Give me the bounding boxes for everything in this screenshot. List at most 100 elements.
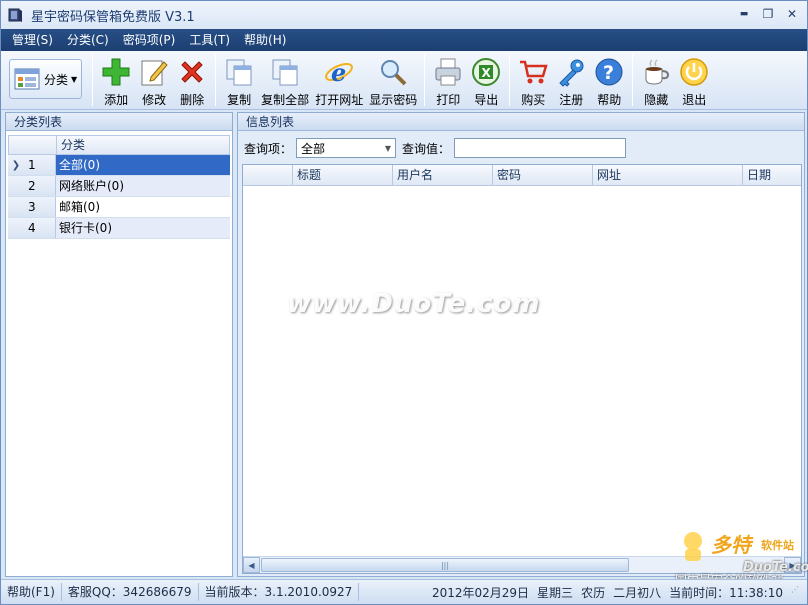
svg-text:X: X [482,66,492,80]
category-row-all[interactable]: ❯ 1 全部(0) [8,155,230,176]
toolbar-separator [509,54,511,106]
menu-category[interactable]: 分类(C) [60,29,116,51]
toolbar-separator [215,54,217,106]
category-name: 银行卡(0) [56,218,230,238]
status-help: 帮助(F1) [1,583,62,601]
magnifier-icon [381,60,407,86]
category-view-button[interactable]: 分类 ▼ [9,59,83,99]
status-weekday: 星期三 [537,585,574,600]
export-label: 导出 [474,93,499,107]
add-button[interactable]: 添加 [100,51,132,108]
corner-brand: 多特 [711,533,751,557]
svg-text:e: e [331,58,346,87]
scroll-left-icon[interactable]: ◀ [243,557,260,573]
export-button[interactable]: X 导出 [470,51,502,108]
copy-all-icon [272,59,298,86]
copy-button[interactable]: 复制 [223,51,255,108]
exit-label: 退出 [682,93,707,107]
edit-button[interactable]: 修改 [138,51,170,108]
coffee-cup-icon [645,59,670,85]
category-grid-header: 分类 [8,135,230,155]
menu-bar: 管理(S) 分类(C) 密码项(P) 工具(T) 帮助(H) [1,29,807,51]
category-name: 网络账户(0) [56,176,230,196]
menu-manage[interactable]: 管理(S) [5,29,60,51]
copy-all-button[interactable]: 复制全部 [261,51,309,108]
info-panel: 信息列表 查询项： 全部 ▼ 查询值： 标题 用户名 密码 网址 日期 ◀ ||… [237,112,805,577]
toolbar-separator [92,54,94,106]
print-button[interactable]: 打印 [432,51,464,108]
info-grid-body [243,186,801,556]
category-row-bank-card[interactable]: 4 银行卡(0) [8,218,230,239]
status-bar: 帮助(F1) 客服QQ：342686679 当前版本：3.1.2010.0927… [1,579,807,604]
power-icon [680,58,708,86]
delete-label: 删除 [180,93,205,107]
category-name: 邮箱(0) [59,200,100,214]
status-lunar: 农历 [581,585,606,600]
menu-password-item[interactable]: 密码项(P) [116,29,183,51]
watermark-text: www.DuoTe.com [287,289,541,319]
edit-pencil-icon [141,60,168,86]
app-window: 星宇密码保管箱免费版 V3.1 ▬ ❐ ✕ 管理(S) 分类(C) 密码项(P)… [0,0,808,605]
info-grid: 标题 用户名 密码 网址 日期 ◀ ||| ▶ [242,164,802,574]
info-panel-title: 信息列表 [238,113,804,131]
window-title: 星宇密码保管箱免费版 V3.1 [31,9,195,25]
minimize-icon: ▬ [739,9,749,19]
toolbar-separator [424,54,426,106]
category-panel-title: 分类列表 [6,113,232,131]
row-number: 4 [28,221,36,235]
hide-button[interactable]: 隐藏 [640,51,672,108]
grid-view-icon [14,68,40,90]
printer-icon [435,58,461,86]
maximize-icon: ❐ [762,7,774,21]
buy-button[interactable]: 购买 [517,51,549,108]
minimize-button[interactable]: ▬ [733,5,755,23]
key-icon [559,59,584,87]
category-column-header[interactable]: 分类 [57,136,229,154]
copy-icon [226,59,252,86]
close-button[interactable]: ✕ [781,5,803,23]
column-date[interactable]: 日期 [743,165,801,185]
row-number: 2 [28,179,36,193]
resize-grip-icon[interactable]: ⋰ [791,585,805,599]
copy-all-label: 复制全部 [261,93,310,107]
status-qq: 客服QQ：342686679 [62,583,199,601]
row-number: 1 [28,158,36,172]
open-url-button[interactable]: e 打开网址 [315,51,363,108]
query-item-label: 查询项： [244,141,293,156]
category-row-email[interactable]: 3 邮箱(0) [8,197,230,218]
register-label: 注册 [559,93,584,107]
query-value-input[interactable] [454,138,627,158]
copy-label: 复制 [227,93,252,107]
title-bar: 星宇密码保管箱免费版 V3.1 ▬ ❐ ✕ [1,1,807,29]
buy-label: 购买 [521,93,546,107]
query-value-label: 查询值： [402,141,451,156]
menu-tools[interactable]: 工具(T) [182,29,237,51]
show-password-button[interactable]: 显示密码 [369,51,417,108]
corner-watermark: 多特 软件站 DuoTe.com 国内最安全的软件站 [671,529,808,587]
column-username[interactable]: 用户名 [393,165,493,185]
delete-button[interactable]: 删除 [176,51,208,108]
chevron-down-icon: ▼ [384,143,392,153]
maximize-button[interactable]: ❐ [757,5,779,23]
exit-button[interactable]: 退出 [678,51,710,108]
category-row-network-accounts[interactable]: 2 网络账户(0) [8,176,230,197]
query-item-select[interactable]: 全部 ▼ [296,138,397,158]
menu-help[interactable]: 帮助(H) [237,29,293,51]
category-grid: 分类 ❯ 1 全部(0) 2 网络账户(0) 3 邮箱(0) 4 银行卡(0) [8,135,230,239]
query-item-value: 全部 [301,141,326,156]
column-title[interactable]: 标题 [293,165,393,185]
scroll-thumb[interactable]: ||| [261,558,629,572]
info-grid-header: 标题 用户名 密码 网址 日期 [243,165,801,186]
delete-x-icon [181,61,203,83]
status-time: 当前时间：11:38:10 [669,585,783,600]
show-password-label: 显示密码 [369,93,418,107]
mascot-icon [684,532,702,561]
column-url[interactable]: 网址 [593,165,743,185]
help-button[interactable]: ? 帮助 [593,51,625,108]
dropdown-caret-icon: ▼ [71,74,78,84]
register-button[interactable]: 注册 [555,51,587,108]
status-version: 当前版本：3.1.2010.0927 [199,583,360,601]
browser-e-icon: e [325,58,354,87]
column-password[interactable]: 密码 [493,165,593,185]
print-label: 打印 [436,93,461,107]
